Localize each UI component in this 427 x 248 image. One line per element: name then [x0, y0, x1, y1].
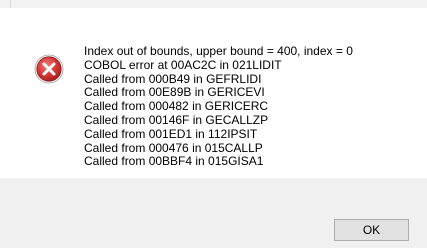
message-line: Index out of bounds, upper bound = 400, … — [84, 44, 353, 58]
message-line: Called from 000482 in GERICERC — [84, 99, 269, 114]
dialog-content: Index out of bounds, upper bound = 400, … — [0, 8, 427, 178]
message-line: Called from 00BBF4 in 015GISA1 — [84, 154, 264, 169]
message-line: Called from 00E89B in GERICEVI — [84, 85, 265, 100]
ok-button[interactable]: OK — [334, 219, 409, 241]
message-line: COBOL error at 00AC2C in 021LIDIT — [84, 57, 282, 72]
message-line: Called from 000B49 in GEFRLIDI — [84, 71, 262, 86]
message-line: Called from 000476 in 015CALLP — [84, 140, 263, 155]
error-message: Index out of bounds, upper bound = 400, … — [84, 44, 353, 169]
message-line: Called from 00146F in GECALLZP — [84, 112, 269, 127]
title-bar-divider — [10, 0, 11, 8]
error-icon-graphic — [34, 54, 64, 84]
message-line: Called from 001ED1 in 112IPSIT — [84, 126, 258, 141]
title-bar-strip — [0, 0, 427, 8]
error-dialog: Index out of bounds, upper bound = 400, … — [0, 0, 427, 248]
error-icon — [34, 54, 64, 84]
